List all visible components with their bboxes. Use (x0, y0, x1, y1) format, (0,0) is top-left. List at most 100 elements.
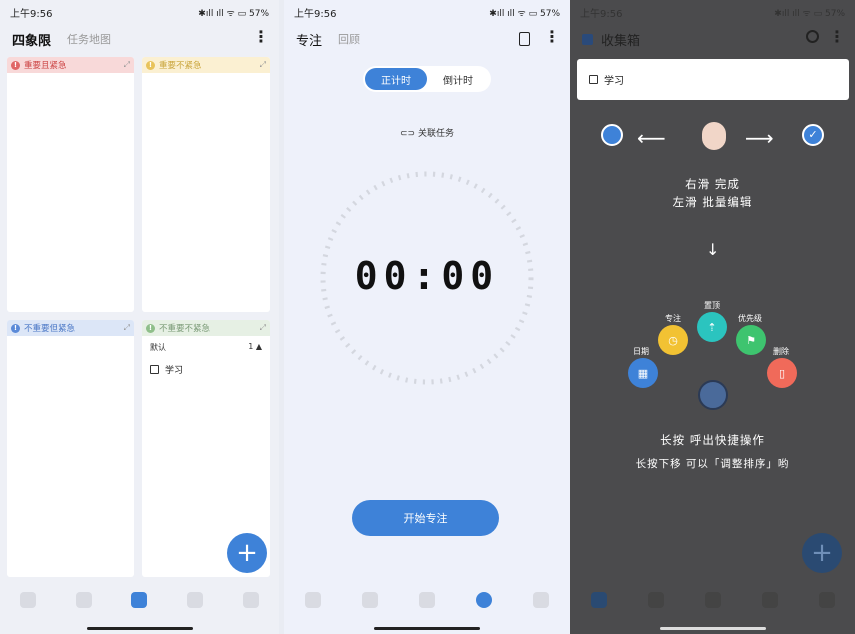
priority-dot-icon: ! (146, 60, 155, 70)
tab-review[interactable]: 回顾 (338, 31, 360, 47)
quadrant-important-not-urgent[interactable]: ! 重要不紧急 ⤢ (142, 57, 270, 312)
timer-icon[interactable] (187, 592, 204, 608)
habit-icon[interactable] (818, 592, 835, 608)
group-count: 1 ▲ (248, 342, 262, 351)
timer-display: 00:00 (354, 254, 500, 298)
quadrant-label: 重要不紧急 (159, 61, 202, 71)
quadrant-header: ! 重要不紧急 ⤢ (142, 57, 270, 73)
add-task-button[interactable]: + (802, 533, 842, 573)
more-icon[interactable]: ⋮ (253, 29, 269, 45)
home-indicator (86, 627, 193, 630)
priority-dot-icon: ! (11, 60, 20, 70)
fan-label-delete: 删除 (773, 347, 789, 356)
quadrant-label: 不重要但紧急 (24, 324, 76, 334)
list-item[interactable]: 学习 (142, 353, 270, 386)
header: 收集箱 ⋮ (570, 26, 855, 52)
checkbox[interactable] (150, 365, 159, 374)
priority-dot-icon: ! (146, 323, 155, 333)
link-task[interactable]: ⊂⊃ 关联任务 (284, 126, 570, 139)
expand-icon[interactable]: ⤢ (260, 323, 266, 333)
status-bar: 上午9:56 ✱ıll ıll ᯤ ▭ 57% (284, 0, 570, 24)
list-icon (601, 124, 623, 146)
quadrant-not-important-urgent[interactable]: ! 不重要但紧急 ⤢ (7, 320, 134, 577)
page-title: 四象限 (12, 33, 52, 49)
page-title: 收集箱 (601, 33, 641, 49)
search-icon[interactable] (806, 30, 819, 43)
status-icons: ✱ıll ıll ᯤ ▭ 57% (489, 8, 560, 19)
home-icon[interactable] (304, 592, 321, 608)
hint-swipe-left: 左滑 批量编辑 (672, 195, 753, 209)
status-time: 上午9:56 (10, 8, 53, 20)
expand-icon[interactable]: ⤢ (260, 60, 266, 70)
status-bar: 上午9:56 ✱ıll ıll ᯤ ▭ 57% (0, 0, 279, 24)
fan-label-pin: 置顶 (704, 301, 720, 310)
start-focus-button[interactable]: 开始专注 (352, 500, 499, 536)
bottom-nav (570, 580, 855, 620)
note-icon[interactable] (519, 32, 530, 46)
home-icon[interactable] (590, 592, 607, 608)
link-icon: ⊂⊃ (400, 129, 418, 139)
home-indicator (374, 627, 480, 630)
calendar-icon[interactable] (361, 592, 378, 608)
priority-icon: ⚑ (736, 325, 766, 355)
header: 专注 回顾 ⋮ (284, 26, 570, 52)
fan-label-date: 日期 (633, 347, 649, 356)
home-icon[interactable] (19, 592, 36, 608)
hint-long-press: 长按 呼出快捷操作 (660, 433, 765, 447)
habit-icon[interactable] (533, 592, 550, 608)
pin-icon: ⇡ (697, 312, 727, 342)
inbox-icon (582, 33, 593, 45)
check-icon: ✓ (802, 124, 824, 146)
timer-mode-toggle: 正计时 倒计时 (363, 66, 491, 92)
delete-icon: ▯ (767, 358, 797, 388)
inbox-tutorial-screen: 上午9:56 ✱ıll ıll ᯤ ▭ 57% 收集箱 ⋮ 学习 ⟵ ⟶ ✓ 右… (570, 0, 855, 634)
quadrant-screen: 上午9:56 ✱ıll ıll ᯤ ▭ 57% 四象限 任务地图 ⋮ ! 重要且… (0, 0, 279, 634)
bottom-nav (0, 580, 279, 620)
quadrant-label: 不重要不紧急 (159, 324, 211, 334)
quadrant-icon[interactable] (704, 592, 721, 608)
status-icons: ✱ıll ıll ᯤ ▭ 57% (198, 8, 269, 19)
hand-icon (702, 122, 726, 150)
arrow-right-icon: ⟶ (745, 126, 774, 150)
status-time: 上午9:56 (294, 8, 337, 20)
task-title: 学习 (604, 76, 624, 87)
quadrant-header: ! 重要且紧急 ⤢ (7, 57, 134, 73)
tab-count-up[interactable]: 正计时 (365, 68, 427, 90)
timer-icon[interactable] (476, 592, 493, 608)
group-header[interactable]: 默认 1 ▲ (142, 336, 270, 353)
focus-screen: 上午9:56 ✱ıll ıll ᯤ ▭ 57% 专注 回顾 ⋮ 正计时 倒计时 … (284, 0, 570, 634)
quadrant-header: ! 不重要不紧急 ⤢ (142, 320, 270, 336)
hint-swipe-right: 右滑 完成 (685, 177, 740, 191)
quadrant-header: ! 不重要但紧急 ⤢ (7, 320, 134, 336)
expand-icon[interactable]: ⤢ (124, 323, 130, 333)
more-icon[interactable]: ⋮ (544, 29, 560, 45)
center-action-icon (698, 380, 728, 410)
header: 四象限 任务地图 ⋮ (0, 26, 279, 52)
link-task-label: 关联任务 (417, 129, 454, 139)
tab-count-down[interactable]: 倒计时 (427, 68, 489, 90)
quadrant-icon[interactable] (418, 592, 435, 608)
list-item[interactable]: 学习 (577, 59, 849, 100)
expand-icon[interactable]: ⤢ (124, 60, 130, 70)
more-icon[interactable]: ⋮ (829, 29, 845, 45)
scroll-arrow-icon: ↓ (706, 240, 720, 259)
calendar-icon[interactable] (647, 592, 664, 608)
status-icons: ✱ıll ıll ᯤ ▭ 57% (774, 8, 845, 19)
home-indicator (659, 627, 766, 630)
add-task-button[interactable]: + (227, 533, 267, 573)
status-time: 上午9:56 (580, 8, 623, 20)
focus-icon: ◷ (658, 325, 688, 355)
quadrant-label: 重要且紧急 (24, 61, 67, 71)
calendar-icon[interactable] (75, 592, 92, 608)
arrow-left-icon: ⟵ (637, 126, 666, 150)
priority-dot-icon: ! (11, 323, 20, 333)
quadrant-icon[interactable] (131, 592, 148, 608)
bottom-nav (284, 580, 570, 620)
group-label: 默认 (150, 343, 166, 352)
fan-label-focus: 专注 (665, 314, 681, 323)
quadrant-important-urgent[interactable]: ! 重要且紧急 ⤢ (7, 57, 134, 312)
tab-task-map[interactable]: 任务地图 (67, 31, 111, 47)
timer-icon[interactable] (761, 592, 778, 608)
habit-icon[interactable] (243, 592, 260, 608)
checkbox[interactable] (589, 75, 598, 84)
